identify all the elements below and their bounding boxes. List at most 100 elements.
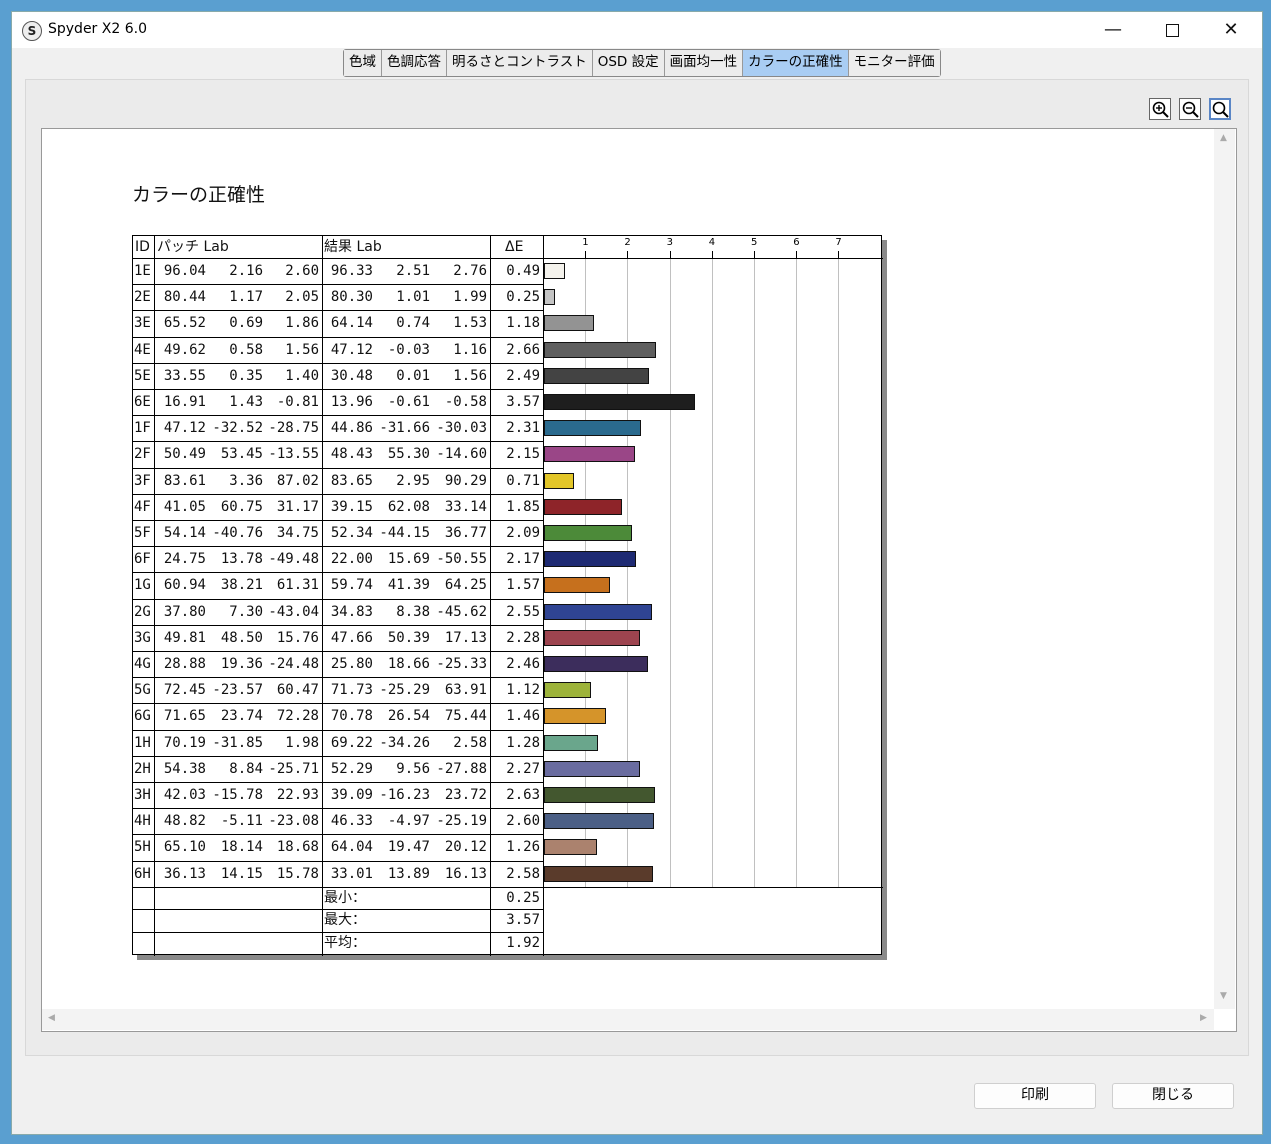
result-lab-value: 64.25 <box>444 577 487 594</box>
zoom-in-icon <box>1152 101 1169 118</box>
close-button[interactable]: 閉じる <box>1112 1083 1234 1109</box>
result-lab-value: -25.33 <box>436 656 487 672</box>
scroll-right-icon[interactable]: ▶ <box>1200 1013 1207 1023</box>
delta-e-bar <box>544 367 650 384</box>
delta-e-value: 2.46 <box>506 656 540 672</box>
chart-gridline <box>711 258 713 887</box>
horizontal-scrollbar[interactable]: ◀ ▶ <box>42 1009 1214 1030</box>
patch-lab-value: 1.56 <box>285 341 319 358</box>
patch-lab-value: 60.47 <box>276 682 319 699</box>
tab-4[interactable]: OSD 設定 <box>592 50 665 76</box>
result-lab-value: -44.15 <box>379 525 430 541</box>
row-divider <box>133 467 543 469</box>
minimize-button[interactable]: — <box>1084 12 1142 48</box>
close-window-button[interactable]: ✕ <box>1202 12 1260 48</box>
tab-2[interactable]: 色調応答 <box>382 50 447 76</box>
patch-lab-value: -23.08 <box>268 813 319 830</box>
vertical-scrollbar[interactable]: ▲ ▼ <box>1214 129 1235 1009</box>
result-lab-value: 2.51 <box>396 263 430 279</box>
patch-lab-value: 60.75 <box>220 498 263 515</box>
zoom-out-button[interactable] <box>1179 98 1201 120</box>
header-divider <box>133 258 883 259</box>
chart-gridline <box>754 258 755 887</box>
patch-lab-value: 22.93 <box>276 787 319 803</box>
delta-e-value: 2.28 <box>506 629 540 646</box>
patch-lab-value: 65.52 <box>163 315 206 332</box>
patch-lab-value: 8.84 <box>229 760 263 777</box>
result-lab-value: 25.80 <box>330 656 373 672</box>
result-lab-value: 46.33 <box>330 813 373 830</box>
patch-lab-value: -25.71 <box>268 760 319 777</box>
patch-lab-value: -15.78 <box>212 787 263 803</box>
summary-label: 平均： <box>324 934 366 951</box>
window-title: Spyder X2 6.0 <box>48 21 147 37</box>
delta-e-bar <box>544 787 655 803</box>
result-lab-value: -0.58 <box>444 394 487 410</box>
result-lab-value: -14.60 <box>436 446 487 463</box>
chart-tick-label: 2 <box>624 237 631 248</box>
patch-lab-value: -24.48 <box>268 656 319 672</box>
patch-lab-value: -0.81 <box>276 394 319 410</box>
row-id: 5F <box>134 525 151 541</box>
row-id: 3E <box>134 315 151 332</box>
patch-lab-value: -5.11 <box>220 813 263 830</box>
result-lab-value: -0.61 <box>387 394 430 410</box>
result-lab-value: 2.95 <box>396 472 430 489</box>
result-lab-value: 16.13 <box>444 865 487 882</box>
result-lab-value: 39.15 <box>330 498 373 515</box>
result-lab-value: -16.23 <box>379 787 430 803</box>
delta-e-bar <box>544 472 574 489</box>
delta-e-bar <box>544 865 653 882</box>
result-lab-value: 52.29 <box>330 760 373 777</box>
patch-lab-value: 1.40 <box>285 367 319 384</box>
delta-e-value: 2.58 <box>506 865 540 882</box>
tab-1[interactable]: 色域 <box>344 50 382 76</box>
result-lab-value: 22.00 <box>330 551 373 568</box>
maximize-button[interactable] <box>1143 12 1201 48</box>
delta-e-bar <box>544 289 555 306</box>
patch-lab-value: 38.21 <box>220 577 263 594</box>
delta-e-value: 3.57 <box>506 394 540 410</box>
patch-lab-value: 49.81 <box>163 629 206 646</box>
row-id: 2H <box>134 760 151 777</box>
delta-e-value: 1.85 <box>506 498 540 515</box>
result-lab-value: 36.77 <box>444 525 487 541</box>
tab-6[interactable]: カラーの正確性 <box>743 50 849 76</box>
delta-e-bar <box>544 629 641 646</box>
scroll-up-icon[interactable]: ▲ <box>1220 133 1227 143</box>
result-lab-value: 13.96 <box>330 394 373 410</box>
result-lab-value: 70.78 <box>330 708 373 725</box>
scroll-down-icon[interactable]: ▼ <box>1220 991 1227 1001</box>
tab-5[interactable]: 画面均一性 <box>664 50 744 76</box>
row-id: 6E <box>134 394 151 410</box>
patch-lab-value: 83.61 <box>163 472 206 489</box>
patch-lab-value: 50.49 <box>163 446 206 463</box>
print-button[interactable]: 印刷 <box>974 1083 1096 1109</box>
patch-lab-value: 31.17 <box>276 498 319 515</box>
delta-e-bar <box>544 551 636 568</box>
tab-7[interactable]: モニター評価 <box>848 50 940 76</box>
chart-tick-label: 1 <box>582 237 589 248</box>
result-lab-value: -31.66 <box>379 420 430 437</box>
row-divider <box>133 415 543 417</box>
result-lab-value: 64.04 <box>330 839 373 856</box>
row-divider <box>133 782 543 783</box>
zoom-in-button[interactable] <box>1149 98 1171 120</box>
result-lab-value: 30.48 <box>330 367 373 384</box>
result-lab-value: 1.56 <box>453 367 487 384</box>
tab-3[interactable]: 明るさとコントラスト <box>447 50 593 76</box>
row-id: 3F <box>134 472 151 489</box>
result-lab-value: -25.29 <box>379 682 430 699</box>
row-id: 4E <box>134 341 151 358</box>
result-lab-value: 1.16 <box>453 341 487 358</box>
zoom-fit-button[interactable] <box>1209 98 1231 120</box>
patch-lab-value: 33.55 <box>163 367 206 384</box>
report-viewer[interactable]: カラーの正確性 ID パッチ Lab 結果 Lab ΔE 1 2 3 4 5 6 7 1E 96.04 2… <box>41 128 1237 1032</box>
scroll-left-icon[interactable]: ◀ <box>48 1013 55 1023</box>
row-divider <box>133 389 543 390</box>
patch-lab-value: -40.76 <box>212 525 263 541</box>
result-lab-value: 33.14 <box>444 498 487 515</box>
result-lab-value: 71.73 <box>330 682 373 699</box>
delta-e-bar <box>544 394 695 410</box>
row-divider <box>133 808 543 810</box>
